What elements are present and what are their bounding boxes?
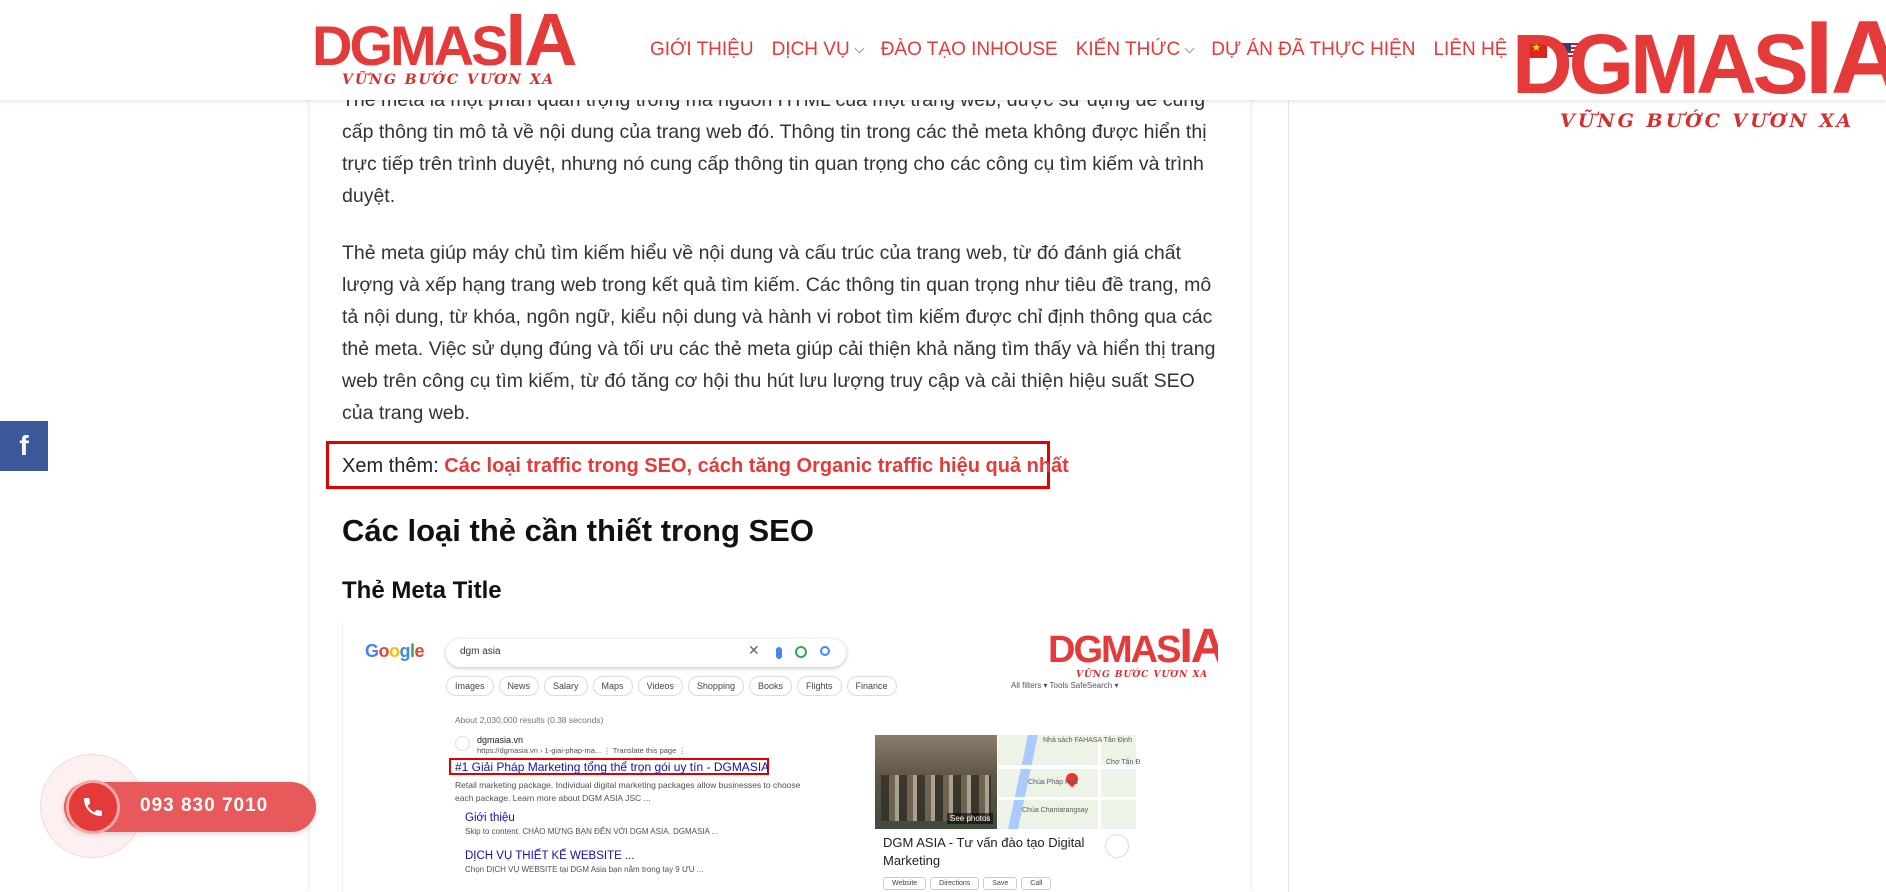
section-heading: Các loại thẻ cần thiết trong SEO	[342, 513, 814, 548]
phone-icon	[84, 798, 102, 816]
main-nav: GIỚI THIỆU DỊCH VỤ ĐÀO TẠO INHOUSE KIẾN …	[650, 36, 1597, 64]
chevron-down-icon	[1184, 43, 1195, 53]
nav-item-du-an[interactable]: DỰ ÁN ĐÃ THỰC HIỆN	[1211, 39, 1415, 61]
nav-label: ĐÀO TẠO INHOUSE	[880, 39, 1058, 60]
sitelink-title: DỊCH VỤ THIẾT KẾ WEBSITE ...	[465, 850, 635, 862]
google-search-box: dgm asia ✕	[446, 639, 846, 667]
site-logo[interactable]: DGMASIA VỮNG BƯỚC VƯƠN XA	[312, 3, 577, 90]
nav-item-lien-he[interactable]: LIÊN HỆ	[1433, 39, 1507, 61]
see-also-prefix: Xem thêm:	[342, 455, 445, 477]
see-also-link[interactable]: Các loại traffic trong SEO, cách tăng Or…	[444, 455, 1069, 477]
kg-button: Website	[883, 877, 927, 890]
mic-icon	[776, 647, 782, 659]
google-tab: Maps	[592, 676, 633, 696]
facebook-share-button[interactable]: f	[0, 421, 48, 471]
google-tab: Flights	[796, 676, 842, 696]
result-url: https://dgmasia.vn › 1-giai-phap-ma... ⋮…	[477, 746, 686, 755]
sitelink-desc: Skip to content. CHÀO MỪNG BẠN ĐẾN VỚI D…	[465, 827, 719, 836]
google-tab: Images	[446, 676, 494, 696]
site-favicon	[455, 736, 470, 751]
google-logo: Google	[365, 641, 425, 661]
logo-tagline: VỮNG BƯỚC VƯƠN XA	[342, 72, 556, 88]
map-label: Chợ Tân Đ	[1106, 759, 1141, 766]
image-watermark-tagline: VỮNG BƯỚC VƯƠN XA	[1076, 670, 1209, 680]
watermark-tagline: VỮNG BƯỚC VƯƠN XA	[1560, 110, 1855, 132]
nav-label: DỰ ÁN ĐÃ THỰC HIỆN	[1211, 39, 1416, 60]
kg-button: Call	[1021, 877, 1052, 890]
google-tab: Shopping	[687, 676, 744, 696]
map-road	[1098, 735, 1101, 829]
phone-icon-button[interactable]	[66, 780, 120, 834]
see-also: Xem thêm: Các loại traffic trong SEO, cá…	[342, 455, 1069, 478]
nav-item-dao-tao-inhouse[interactable]: ĐÀO TẠO INHOUSE	[881, 39, 1058, 61]
chevron-down-icon	[854, 43, 865, 53]
google-tab: Videos	[637, 676, 683, 696]
facebook-icon: f	[19, 430, 29, 461]
article-paragraph: Thẻ meta giúp máy chủ tìm kiếm hiểu về n…	[342, 242, 1216, 424]
nav-label: LIÊN HỆ	[1433, 39, 1508, 60]
nav-label: DỊCH VỤ	[771, 39, 850, 60]
result-site: dgmasia.vn	[477, 735, 524, 745]
watermark-logo: DGMASIA VỮNG BƯỚC VƯƠN XA	[1512, 6, 1886, 136]
kg-button: Save	[983, 877, 1018, 890]
knowledge-panel-buttons: Website Directions Save Call	[883, 877, 1055, 890]
google-tabs: Images News Salary Maps Videos Shopping …	[446, 676, 902, 696]
google-tab: Books	[748, 676, 792, 696]
result-snippet: Retail marketing package. Individual dig…	[455, 780, 801, 803]
result-count: About 2,030,000 results (0.38 seconds)	[455, 715, 604, 725]
logo-text: DGMASIA	[312, 0, 577, 81]
google-query: dgm asia	[460, 646, 501, 657]
image-watermark-text: DGMASIA	[1048, 622, 1218, 673]
sitelink-title: Giới thiệu	[465, 812, 515, 824]
sitelink-desc: Chọn DỊCH VỤ WEBSITE tại DGM Asia bạn nằ…	[465, 865, 704, 874]
result-title: #1 Giải Pháp Marketing tổng thể trọn gói…	[455, 760, 770, 774]
serp-screenshot-image: Google dgm asia ✕ Images News Salary Map…	[342, 622, 1218, 892]
knowledge-panel-title: DGM ASIA - Tư vấn đào tạo Digital Market…	[883, 835, 1085, 868]
map-label: Chùa Chantarangsay	[1022, 807, 1089, 814]
nav-label: KIẾN THỨC	[1075, 39, 1181, 60]
sidebar-divider	[1288, 100, 1289, 892]
map-thumbnail: Nhà sách FAHASA Tân Định Chợ Tân Đ Chùa …	[998, 735, 1140, 829]
google-tab: Salary	[544, 676, 588, 696]
nav-label: GIỚI THIỆU	[650, 39, 754, 60]
map-road	[998, 797, 1136, 800]
nav-item-gioi-thieu[interactable]: GIỚI THIỆU	[650, 39, 754, 61]
knowledge-panel-avatar	[1105, 834, 1129, 858]
search-icon	[820, 646, 830, 656]
google-tab: News	[498, 676, 540, 696]
see-photos-label: See photos	[947, 813, 994, 824]
business-photo: See photos	[875, 735, 997, 829]
google-tab: Finance	[846, 676, 897, 696]
article-paragraph: Thẻ meta là một phần quan trọng trong mã…	[342, 89, 1207, 207]
watermark-text: DGMASIA	[1512, 0, 1886, 116]
phone-number[interactable]: 093 830 7010	[140, 795, 268, 817]
nav-item-dich-vu[interactable]: DỊCH VỤ	[771, 39, 865, 61]
clear-icon: ✕	[748, 642, 760, 658]
image-watermark-logo: DGMASIA VỮNG BƯỚC VƯƠN XA	[1048, 622, 1218, 686]
lens-icon	[795, 646, 807, 658]
map-label: Chùa Pháp Hoa	[1028, 779, 1078, 786]
subsection-heading: Thẻ Meta Title	[342, 577, 502, 604]
nav-item-kien-thuc[interactable]: KIẾN THỨC	[1075, 39, 1195, 61]
map-label: Nhà sách FAHASA Tân Định	[1043, 737, 1132, 744]
kg-button: Directions	[930, 877, 980, 890]
